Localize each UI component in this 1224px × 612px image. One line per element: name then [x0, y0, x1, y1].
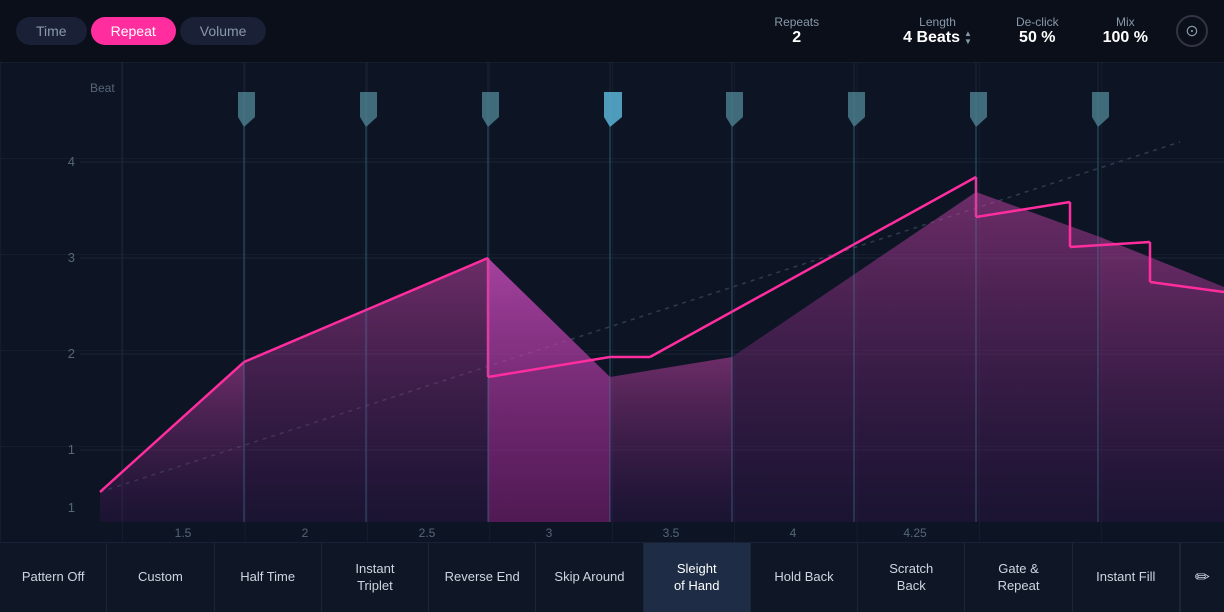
more-button[interactable]: ⊙: [1176, 15, 1208, 47]
svg-text:3: 3: [68, 250, 75, 265]
repeats-param: Repeats 2: [774, 15, 819, 47]
tab-time[interactable]: Time: [16, 17, 87, 45]
btn-scratch-back[interactable]: ScratchBack: [858, 543, 965, 612]
top-bar: Time Repeat Volume Repeats 2 Length 4 Be…: [0, 0, 1224, 62]
declick-param: De-click 50 %: [1016, 15, 1059, 47]
repeats-value[interactable]: 2: [792, 29, 801, 47]
svg-text:2: 2: [302, 526, 309, 540]
svg-text:1: 1: [68, 442, 75, 457]
svg-text:2: 2: [68, 346, 75, 361]
svg-text:1.5: 1.5: [175, 526, 192, 540]
bottom-bar: Pattern Off Custom Half Time InstantTrip…: [0, 542, 1224, 612]
mix-value[interactable]: 100 %: [1103, 29, 1148, 47]
btn-custom[interactable]: Custom: [107, 543, 214, 612]
mix-label: Mix: [1116, 15, 1135, 29]
btn-pattern-off[interactable]: Pattern Off: [0, 543, 107, 612]
btn-sleight-of-hand[interactable]: Sleightof Hand: [644, 543, 751, 612]
svg-text:4: 4: [790, 526, 797, 540]
svg-text:Beat: Beat: [90, 81, 115, 95]
declick-label: De-click: [1016, 15, 1059, 29]
tab-repeat[interactable]: Repeat: [91, 17, 176, 45]
svg-text:3.5: 3.5: [663, 526, 680, 540]
btn-gate-repeat[interactable]: Gate &Repeat: [965, 543, 1072, 612]
declick-value[interactable]: 50 %: [1019, 29, 1055, 47]
edit-button[interactable]: ✏: [1180, 543, 1224, 612]
length-label: Length: [919, 15, 956, 29]
svg-text:2.5: 2.5: [419, 526, 436, 540]
length-param: Length 4 Beats ▲▼: [903, 15, 972, 47]
length-value[interactable]: 4 Beats ▲▼: [903, 29, 972, 47]
chart-svg: 4 3 2 1 1 Beat 1.5 2 2.5 3 3.5 4 4.25: [0, 62, 1224, 542]
tab-volume[interactable]: Volume: [180, 17, 267, 45]
chart-area: 4 3 2 1 1 Beat 1.5 2 2.5 3 3.5 4 4.25: [0, 62, 1224, 542]
btn-reverse-end[interactable]: Reverse End: [429, 543, 536, 612]
mix-param: Mix 100 %: [1103, 15, 1148, 47]
svg-text:4: 4: [68, 154, 75, 169]
svg-text:4.25: 4.25: [903, 526, 927, 540]
btn-instant-fill[interactable]: Instant Fill: [1073, 543, 1180, 612]
svg-text:1: 1: [68, 500, 75, 515]
repeats-label: Repeats: [774, 15, 819, 29]
btn-skip-around[interactable]: Skip Around: [536, 543, 643, 612]
btn-half-time[interactable]: Half Time: [215, 543, 322, 612]
svg-text:3: 3: [546, 526, 553, 540]
length-arrows[interactable]: ▲▼: [964, 30, 972, 46]
btn-hold-back[interactable]: Hold Back: [751, 543, 858, 612]
btn-instant-triplet[interactable]: InstantTriplet: [322, 543, 429, 612]
